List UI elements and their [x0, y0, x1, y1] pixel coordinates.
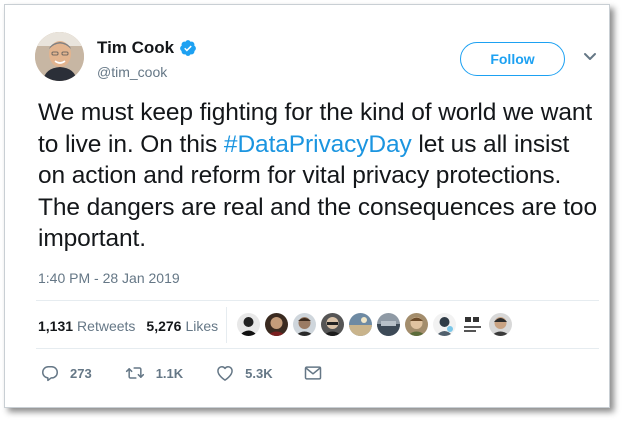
likers-avatars	[237, 313, 512, 336]
retweet-icon	[125, 367, 144, 379]
tweet-text: We must keep fighting for the kind of wo…	[38, 97, 598, 255]
retweets-count: 1,131	[38, 318, 74, 334]
chevron-down-icon[interactable]	[583, 52, 597, 62]
divider	[36, 300, 599, 301]
divider	[36, 348, 599, 349]
author-name[interactable]: Tim Cook	[97, 38, 174, 58]
liker-avatar[interactable]	[237, 313, 260, 336]
hashtag-link[interactable]: #DataPrivacyDay	[224, 131, 412, 158]
follow-button[interactable]: Follow	[460, 42, 565, 76]
tweet-timestamp[interactable]: 1:40 PM - 28 Jan 2019	[38, 270, 180, 286]
avatar-image	[35, 32, 84, 81]
retweet-button[interactable]: 1.1K	[124, 363, 183, 383]
like-icon	[217, 366, 234, 381]
likes-count: 5,276	[146, 318, 182, 334]
liker-avatar[interactable]	[489, 313, 512, 336]
reply-icon	[42, 366, 58, 382]
liker-avatar[interactable]	[461, 313, 484, 336]
retweets-label: Retweets	[77, 318, 136, 334]
author-name-row[interactable]: Tim Cook	[97, 38, 197, 58]
liker-avatar[interactable]	[433, 313, 456, 336]
reply-button[interactable]: 273	[40, 363, 92, 383]
stats-separator	[226, 307, 227, 343]
liker-avatar[interactable]	[265, 313, 288, 336]
liker-avatar[interactable]	[349, 313, 372, 336]
likes-stat[interactable]: 5,276 Likes	[146, 318, 218, 334]
retweet-count: 1.1K	[155, 365, 184, 381]
tweet-card: Tim Cook @tim_cook Follow We must keep f…	[4, 4, 610, 408]
action-bar: 273 1.1K 5.3K	[40, 363, 323, 383]
reply-count: 273	[70, 365, 92, 381]
liker-avatar[interactable]	[405, 313, 428, 336]
likes-label: Likes	[185, 318, 219, 334]
dm-icon	[304, 366, 321, 380]
retweets-stat[interactable]: 1,131 Retweets	[38, 318, 135, 334]
like-count: 5.3K	[245, 365, 273, 381]
like-button[interactable]: 5.3K	[215, 363, 273, 383]
liker-avatar[interactable]	[377, 313, 400, 336]
avatar[interactable]	[35, 32, 84, 81]
direct-message-button[interactable]	[303, 364, 323, 382]
liker-avatar[interactable]	[293, 313, 316, 336]
author-handle[interactable]: @tim_cook	[97, 64, 167, 80]
verified-badge-icon	[180, 40, 197, 56]
engagement-stats: 1,131 Retweets 5,276 Likes	[38, 318, 229, 334]
liker-avatar[interactable]	[321, 313, 344, 336]
